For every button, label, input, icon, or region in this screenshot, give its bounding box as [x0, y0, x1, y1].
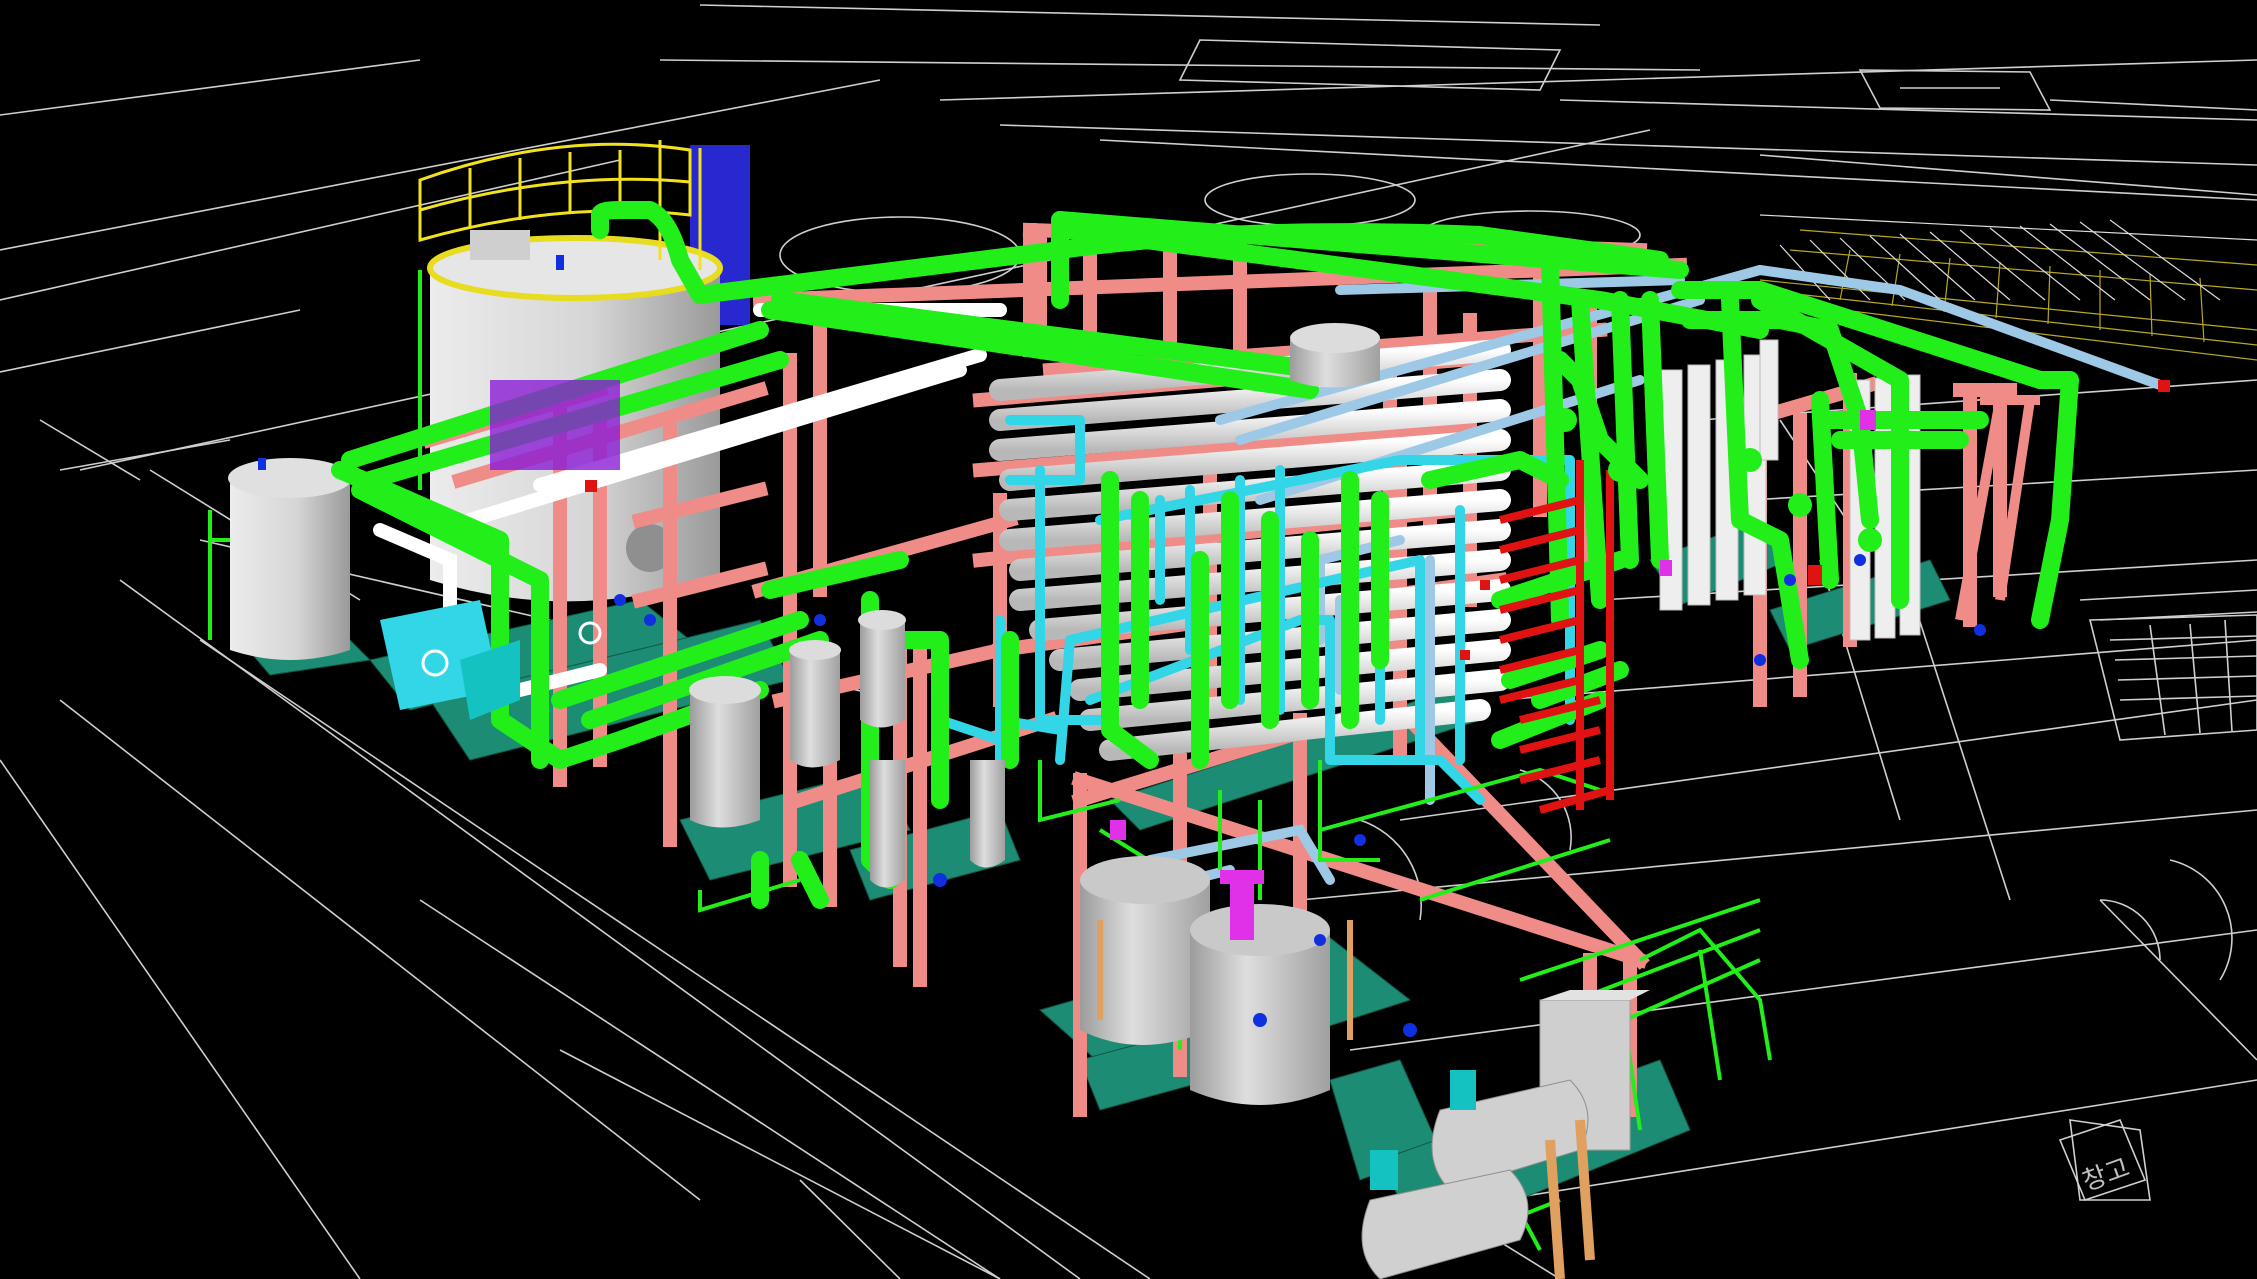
room-label: 창고: [2058, 1119, 2147, 1201]
purple-panel: [490, 380, 620, 470]
room-label-text: 창고: [2078, 1153, 2133, 1198]
cad-3d-viewport[interactable]: 창고: [0, 0, 2257, 1279]
dosing-pump: [1230, 880, 1254, 940]
left-storage-tank[interactable]: [228, 458, 352, 660]
plant-3d-model-view: 창고: [0, 4, 2257, 1279]
